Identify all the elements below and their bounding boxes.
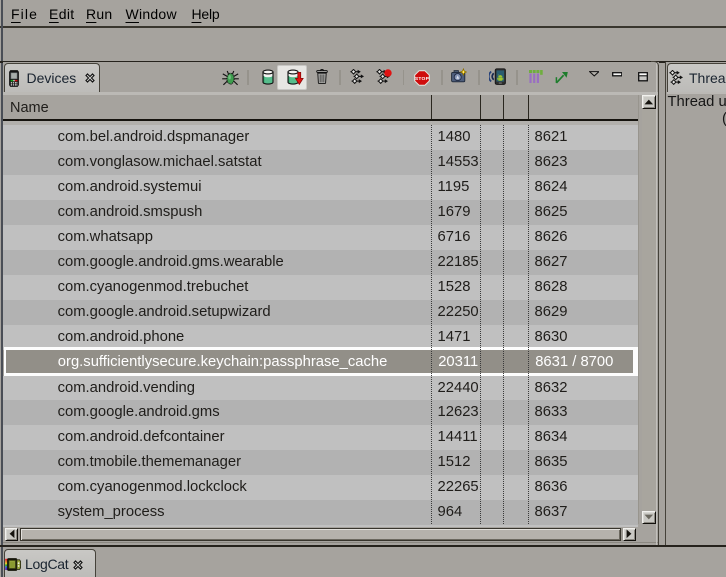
svg-text:STOP: STOP (414, 75, 429, 81)
